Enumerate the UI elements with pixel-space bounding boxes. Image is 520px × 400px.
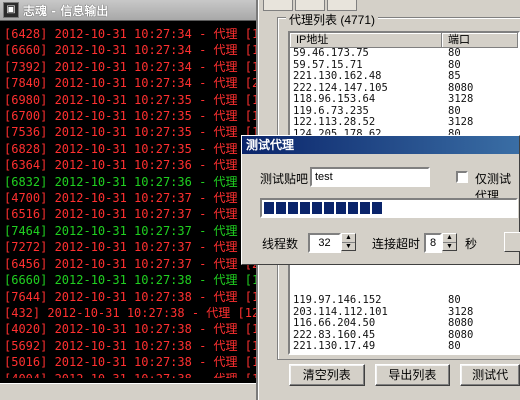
- proxy-ip: 122.113.28.52: [293, 116, 376, 128]
- proxy-port: 3128: [448, 116, 474, 128]
- proxy-port: 80: [442, 352, 518, 353]
- proxy-row[interactable]: 59.46.173.75 80: [290, 48, 518, 60]
- proxy-port: 80: [448, 48, 461, 59]
- console-titlebar[interactable]: ▣ 志魂 - 信息输出: [0, 0, 256, 21]
- proxy-port: 8080: [448, 317, 474, 329]
- column-ip[interactable]: IP地址: [290, 33, 442, 48]
- console-line: [6660] 2012-10-31 10:27:34 - 代理 [1: [4, 43, 256, 58]
- progress-block: [360, 202, 370, 214]
- threads-label: 线程数: [262, 237, 299, 251]
- console-line: [4020] 2012-10-31 10:27:38 - 代理 [1: [4, 322, 256, 337]
- console-line: [6660] 2012-10-31 10:27:38 - 代理 [1: [4, 273, 256, 288]
- console-line: [6700] 2012-10-31 10:27:35 - 代理 [1: [4, 109, 256, 124]
- proxy-port: 80: [448, 340, 461, 352]
- proxy-ip: 221.130.17.50: [290, 352, 442, 353]
- spin-down-icon[interactable]: ▼: [443, 243, 456, 251]
- proxy-row[interactable]: 119.97.146.152 80: [290, 295, 518, 307]
- only-test-checkbox[interactable]: [456, 171, 468, 183]
- console-line: [7272] 2012-10-31 10:27:37 - 代理 [2: [4, 240, 256, 255]
- proxy-ip: 221.130.17.49: [293, 340, 376, 352]
- proxy-rows-bottom: 119.97.146.152 80 203.114.112.101 3128 116.6…: [290, 295, 518, 353]
- console-output: [6428] 2012-10-31 10:27:34 - 代理 [11 [6660…: [0, 22, 256, 378]
- column-port[interactable]: 端口: [442, 33, 518, 48]
- proxy-row[interactable]: 221.130.162.48 85: [290, 70, 518, 83]
- progress-fill: [264, 202, 382, 214]
- test-proxy-button[interactable]: 测试代: [460, 364, 520, 386]
- desktop: ▣ 志魂 - 信息输出 [6428] 2012-10-31 10:27:34 -…: [0, 0, 520, 400]
- threads-input[interactable]: 32: [308, 233, 341, 253]
- console-line: [6980] 2012-10-31 10:27:35 - 代理 [1: [4, 92, 256, 107]
- dialog-title[interactable]: 测试代理: [242, 136, 519, 154]
- bottom-buttons: 清空列表 导出列表 测试代: [289, 364, 520, 386]
- console-line: [6456] 2012-10-31 10:27:37 - 代理 [2: [4, 256, 256, 271]
- console-line: [4700] 2012-10-31 10:27:37 - 代理 [1: [4, 191, 256, 206]
- progress-block: [336, 202, 346, 214]
- proxy-ip: 221.130.162.48: [293, 70, 382, 82]
- progress-block: [312, 202, 322, 214]
- proxy-row[interactable]: 221.130.17.49 80: [290, 340, 518, 353]
- test-proxy-dialog[interactable]: 测试代理 测试贴吧 test 仅测试代理 线程数 32 ▲ ▼ 连接超时 8 ▲…: [241, 135, 520, 265]
- console-line: [7840] 2012-10-31 10:27:34 - 代理 [2: [4, 76, 256, 91]
- proxy-ip: 59.46.173.75: [293, 48, 369, 59]
- clear-list-button[interactable]: 清空列表: [289, 364, 365, 386]
- spin-up-icon[interactable]: ▲: [443, 234, 456, 243]
- progress-block: [348, 202, 358, 214]
- proxy-list-header: IP地址 端口: [290, 33, 518, 48]
- console-line: [7464] 2012-10-31 10:27:37 - 代理 [1: [4, 223, 256, 238]
- console-window[interactable]: ▣ 志魂 - 信息输出 [6428] 2012-10-31 10:27:34 -…: [0, 0, 258, 400]
- console-line: [6428] 2012-10-31 10:27:34 - 代理 [11: [4, 27, 256, 41]
- proxy-list-title: 代理列表 (4771): [286, 11, 379, 28]
- dialog-action-button[interactable]: [504, 232, 520, 252]
- test-progress-bar: [260, 198, 518, 218]
- timeout-label: 连接超时: [372, 237, 421, 251]
- proxy-port: 85: [448, 70, 461, 82]
- spin-down-icon[interactable]: ▼: [342, 243, 355, 251]
- tab-2[interactable]: [295, 0, 325, 11]
- progress-block: [324, 202, 334, 214]
- tab-3[interactable]: [327, 0, 357, 11]
- timeout-spinner[interactable]: ▲ ▼: [442, 233, 457, 251]
- cmd-icon: ▣: [3, 2, 19, 18]
- console-line: [7392] 2012-10-31 10:27:34 - 代理 [1: [4, 59, 256, 74]
- threads-spinner[interactable]: ▲ ▼: [341, 233, 356, 251]
- console-line: [6364] 2012-10-31 10:27:36 - 代理 [1: [4, 158, 256, 173]
- proxy-row[interactable]: 221.130.17.5080: [290, 352, 518, 353]
- console-line: [7644] 2012-10-31 10:27:38 - 代理 [1: [4, 289, 256, 304]
- console-title: 志魂 - 信息输出: [23, 3, 109, 18]
- export-list-button[interactable]: 导出列表: [374, 364, 451, 386]
- proxy-port: 80: [448, 295, 461, 306]
- console-line: [4004] 2012-10-31 10:27:38 - 代理 [1: [4, 371, 256, 378]
- console-line: [7536] 2012-10-31 10:27:35 - 代理 [1: [4, 125, 256, 140]
- horizontal-scrollbar[interactable]: [0, 383, 256, 400]
- console-line: [6828] 2012-10-31 10:27:35 - 代理 [1: [4, 141, 256, 156]
- progress-block: [288, 202, 298, 214]
- progress-block: [300, 202, 310, 214]
- console-line: [5016] 2012-10-31 10:27:38 - 代理 [1: [4, 355, 256, 370]
- timeout-input[interactable]: 8: [424, 233, 442, 253]
- test-post-label: 测试贴吧: [260, 172, 309, 186]
- test-post-input[interactable]: test: [310, 167, 430, 187]
- console-line: [432] 2012-10-31 10:27:38 - 代理 [12: [4, 305, 256, 320]
- console-line: [6516] 2012-10-31 10:27:37 - 代理 [1: [4, 207, 256, 222]
- proxy-row[interactable]: 116.66.204.50 8080: [290, 317, 518, 330]
- proxy-ip: 118.96.153.64: [293, 93, 376, 105]
- progress-block: [264, 202, 274, 214]
- proxy-ip: 116.66.204.50: [293, 317, 376, 329]
- timeout-unit: 秒: [465, 237, 478, 251]
- progress-block: [372, 202, 382, 214]
- tab-1[interactable]: [263, 0, 293, 11]
- spin-up-icon[interactable]: ▲: [342, 234, 355, 243]
- console-line: [5692] 2012-10-31 10:27:38 - 代理 [1: [4, 338, 256, 353]
- proxy-port: 3128: [448, 93, 474, 105]
- console-line: [6832] 2012-10-31 10:27:36 - 代理 [1: [4, 174, 256, 189]
- proxy-row[interactable]: 122.113.28.52 3128: [290, 116, 518, 129]
- progress-block: [276, 202, 286, 214]
- proxy-row[interactable]: 118.96.153.64 3128: [290, 93, 518, 106]
- proxy-ip: 119.97.146.152: [293, 295, 382, 306]
